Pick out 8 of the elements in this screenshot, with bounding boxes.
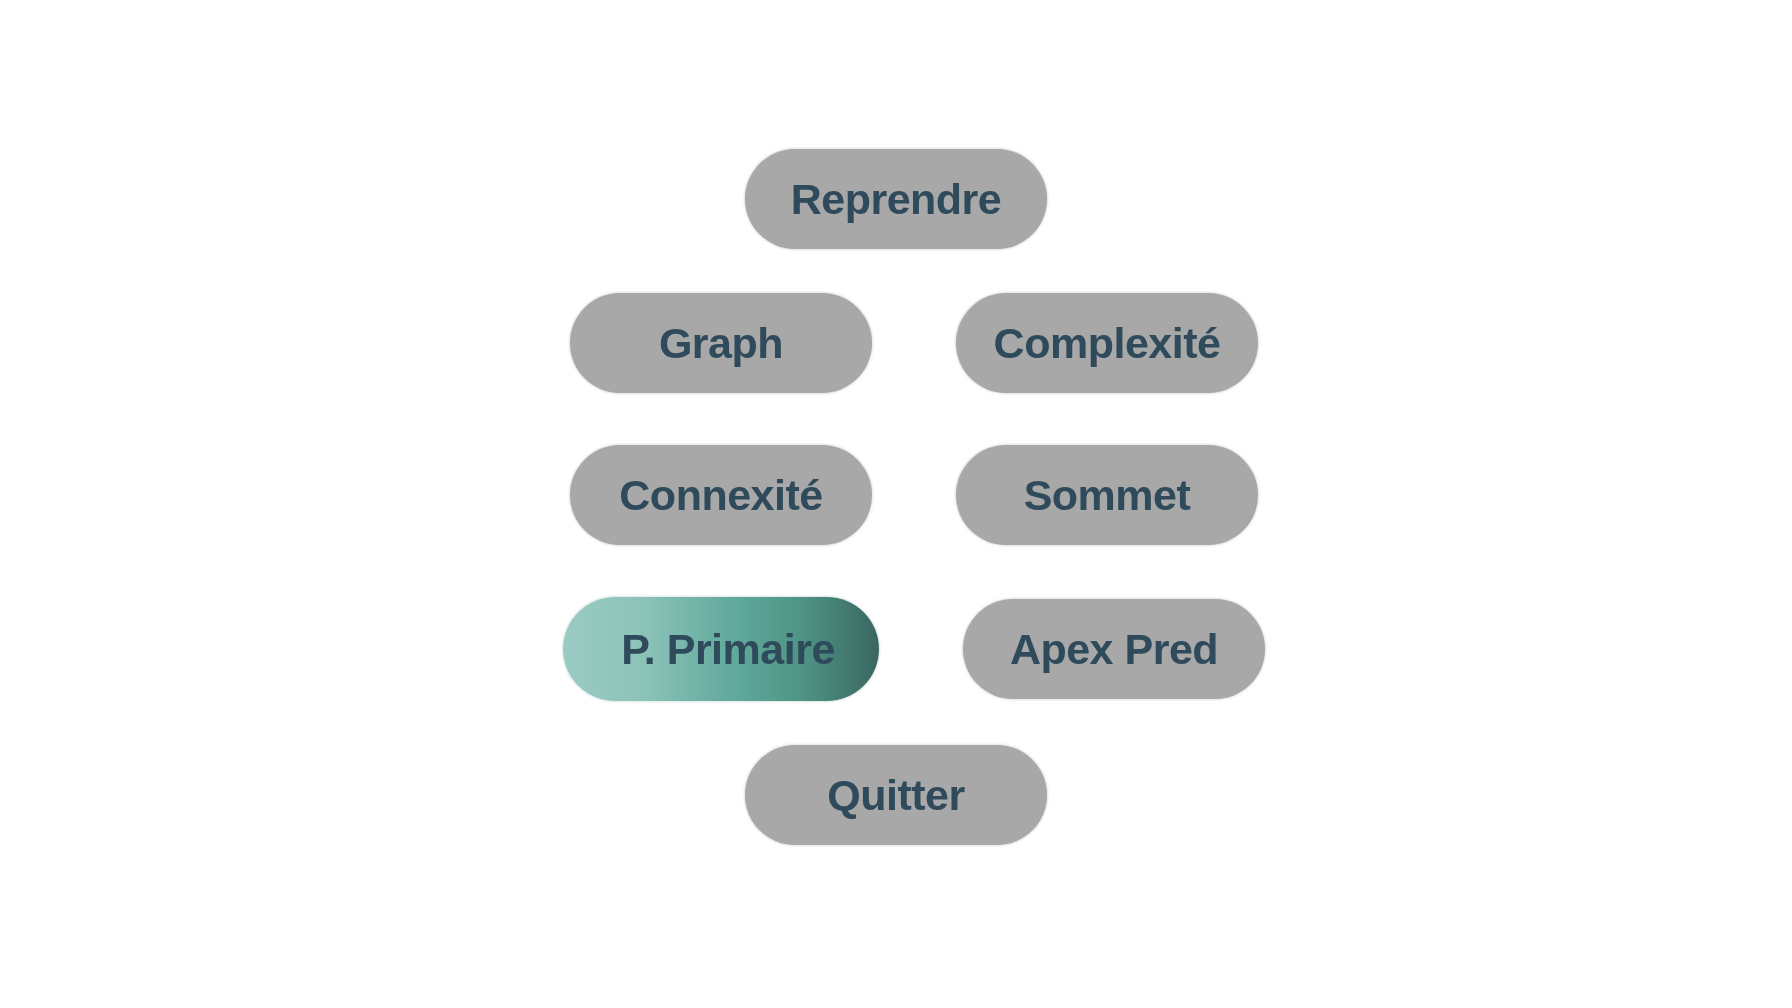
menu-button[interactable]: Complexité	[956, 293, 1258, 393]
menu-button[interactable]: Reprendre	[745, 149, 1047, 249]
menu-button[interactable]: Connexité	[570, 445, 872, 545]
menu-button[interactable]: Apex Pred	[963, 599, 1265, 699]
menu-button[interactable]: P. Primaire	[563, 597, 879, 701]
menu-button[interactable]: Sommet	[956, 445, 1258, 545]
menu-button[interactable]: Graph	[570, 293, 872, 393]
menu-button[interactable]: Quitter	[745, 745, 1047, 845]
